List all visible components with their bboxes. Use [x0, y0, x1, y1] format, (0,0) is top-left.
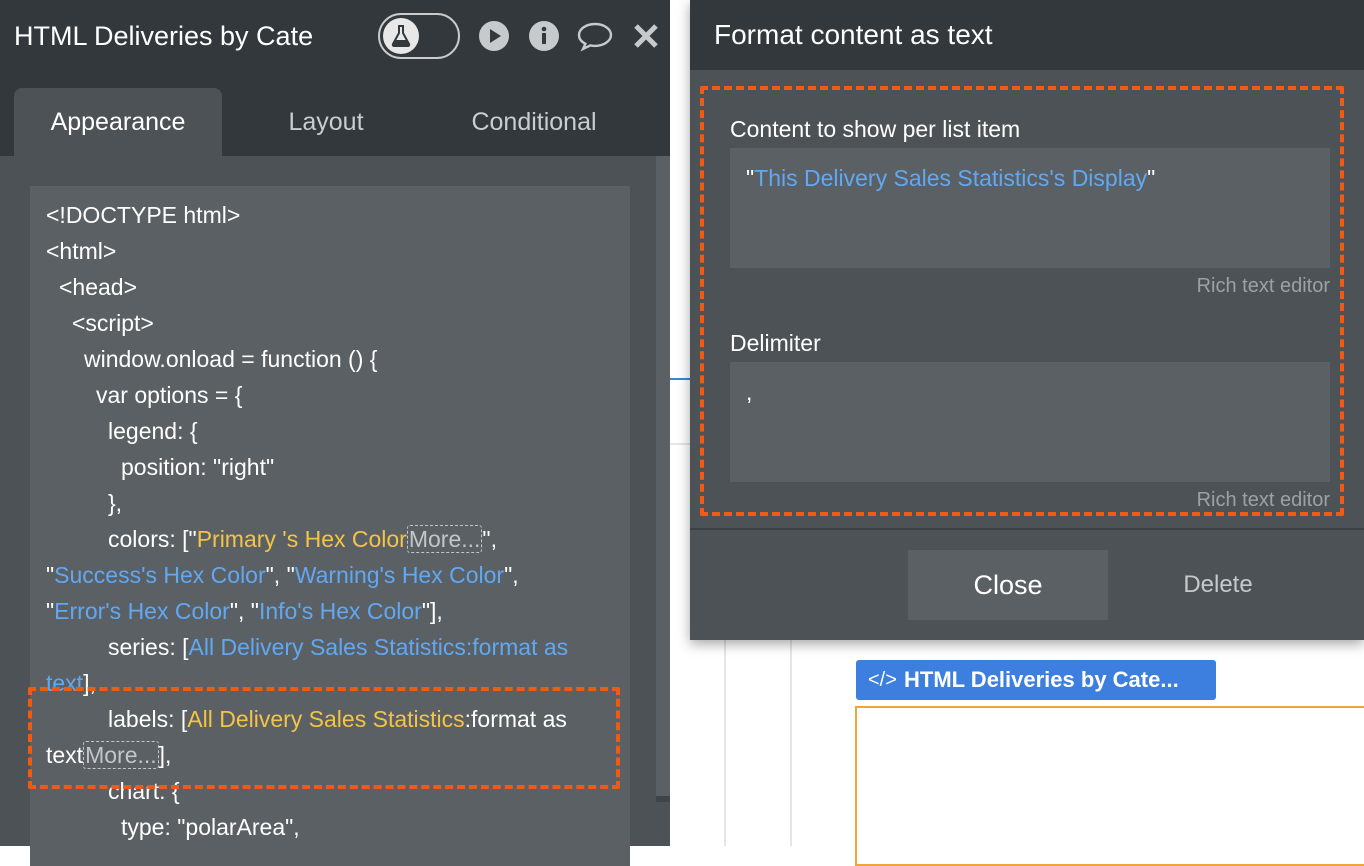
canvas-element-name: HTML Deliveries by Cate... — [904, 667, 1179, 692]
code-text: "], — [421, 598, 443, 624]
tab-layout[interactable]: Layout — [240, 88, 412, 156]
dynamic-expression[interactable]: All Delivery Sales Statistics:format as — [189, 634, 569, 660]
canvas-guide-line — [724, 640, 726, 846]
code-line: "Success's Hex Color", "Warning's Hex Co… — [46, 557, 519, 593]
code-line: position: "right" — [121, 454, 275, 480]
code-text: ], — [158, 742, 172, 768]
code-text: ], — [83, 670, 96, 696]
code-line: <!DOCTYPE html> — [46, 202, 241, 228]
rich-text-editor-link[interactable]: Rich text editor — [1197, 487, 1330, 513]
code-line: "Error's Hex Color", "Info's Hex Color"]… — [46, 593, 443, 629]
code-line: window.onload = function () { — [84, 346, 378, 372]
canvas-html-element[interactable] — [855, 706, 1364, 866]
code-text: " — [46, 598, 55, 624]
code-text: text — [46, 742, 84, 768]
code-line: var options = { — [96, 382, 243, 408]
content-value: "This Delivery Sales Statistics's Displa… — [746, 162, 1155, 194]
code-line: text], — [46, 665, 96, 701]
code-brackets-icon: </> — [868, 669, 897, 691]
code-text: labels: [ — [108, 706, 188, 732]
format-as-text-popup: Format content as text Content to show p… — [690, 0, 1364, 640]
code-text: series: [ — [108, 634, 189, 660]
code-text: ", — [504, 562, 519, 588]
more-button[interactable]: More... — [83, 741, 159, 769]
content-input[interactable]: "This Delivery Sales Statistics's Displa… — [730, 148, 1330, 268]
code-line: legend: { — [108, 418, 198, 444]
comment-icon[interactable] — [576, 20, 614, 52]
code-text: ", " — [229, 598, 259, 624]
element-name-input[interactable]: HTML Deliveries by Cate — [14, 18, 332, 54]
code-text: :format as — [464, 706, 567, 732]
tab-conditional[interactable]: Conditional — [440, 88, 628, 156]
quote-mark: " — [1147, 165, 1156, 191]
code-line: }, — [108, 490, 123, 516]
code-text: ", " — [265, 562, 295, 588]
info-icon[interactable] — [528, 20, 560, 52]
close-button[interactable]: Close — [908, 550, 1108, 620]
dynamic-expression[interactable]: Info's Hex Color — [259, 598, 422, 624]
content-label: Content to show per list item — [730, 116, 1021, 142]
toggle-knob — [383, 18, 419, 54]
code-line: <head> — [59, 274, 138, 300]
dynamic-expression[interactable]: text — [46, 670, 83, 696]
quote-mark: " — [746, 165, 755, 191]
scrollbar-thumb[interactable] — [656, 156, 670, 796]
close-icon[interactable] — [632, 20, 664, 52]
code-text: ", — [482, 526, 497, 552]
property-editor-header: HTML Deliveries by Cate — [0, 0, 670, 74]
code-line: type: "polarArea", — [121, 814, 300, 840]
canvas-element-label[interactable]: </> HTML Deliveries by Cate... — [856, 660, 1216, 700]
tab-appearance[interactable]: Appearance — [14, 88, 222, 156]
test-mode-toggle[interactable] — [378, 13, 460, 59]
code-text: colors: [" — [108, 526, 197, 552]
dynamic-expression[interactable]: Success's Hex Color — [54, 562, 265, 588]
delimiter-label: Delimiter — [730, 330, 821, 356]
canvas-guide-line — [790, 640, 792, 846]
code-line: labels: [All Delivery Sales Statistics:f… — [108, 701, 567, 737]
property-editor-panel: HTML Deliveries by Cate Appearance Layou… — [0, 0, 670, 866]
code-line: series: [All Delivery Sales Statistics:f… — [108, 629, 568, 665]
preview-play-icon[interactable] — [478, 20, 510, 52]
delete-button[interactable]: Delete — [1158, 550, 1278, 620]
code-line: colors: ["Primary 's Hex ColorMore...", — [108, 521, 497, 557]
html-code-field[interactable]: <!DOCTYPE html> <html> <head> <script> w… — [30, 186, 630, 866]
more-button[interactable]: More... — [406, 525, 483, 553]
code-line: textMore...], — [46, 737, 171, 773]
popup-divider — [690, 528, 1364, 530]
dynamic-expression[interactable]: Error's Hex Color — [54, 598, 230, 624]
popup-title: Format content as text — [714, 19, 993, 50]
rich-text-editor-link[interactable]: Rich text editor — [1197, 273, 1330, 299]
code-line: chart: { — [108, 778, 180, 804]
code-line: <script> — [72, 310, 154, 336]
property-tabs: Appearance Layout Conditional — [0, 74, 670, 156]
dynamic-expression[interactable]: This Delivery Sales Statistics's Display — [754, 165, 1147, 191]
delimiter-input[interactable]: , — [730, 362, 1330, 482]
popup-header: Format content as text — [690, 0, 1364, 70]
code-text: " — [46, 562, 55, 588]
dynamic-expression[interactable]: Warning's Hex Color — [295, 562, 504, 588]
dynamic-expression[interactable]: All Delivery Sales Statistics — [187, 706, 464, 732]
dynamic-expression[interactable]: Primary 's Hex Color — [197, 526, 407, 552]
code-line: <html> — [46, 238, 117, 264]
delimiter-value: , — [746, 379, 753, 405]
